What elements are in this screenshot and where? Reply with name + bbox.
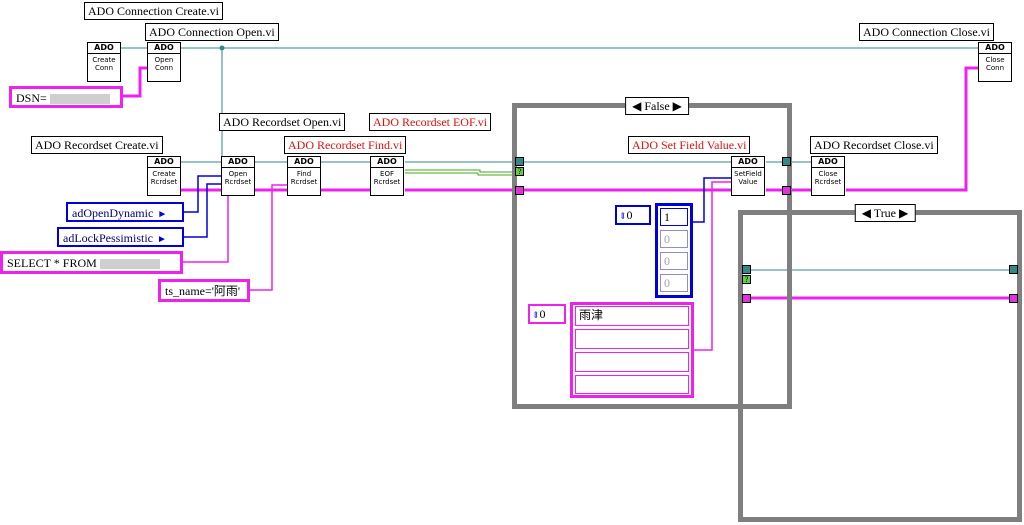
node-head: ADO [148,157,180,168]
node-head: ADO [88,43,120,54]
refnum-tunnel [515,157,524,166]
ad-open-dynamic-constant[interactable]: adOpenDynamic ► [66,202,184,222]
case-selector-label: True [873,206,897,220]
node-body: Create Conn [92,56,116,72]
case-selector-label: False [644,99,670,113]
label-recordset-close: ADO Recordset Close.vi [810,136,938,154]
case-structure-true: ◀ True ▶ [738,204,1022,522]
node-body: Open Rcrdset [224,170,252,186]
enum-arrow-icon[interactable]: ► [157,209,167,220]
ad-lock-pessimistic-constant[interactable]: adLockPessimistic ► [57,227,184,247]
string-array-element[interactable] [575,375,689,394]
string-array-index[interactable]: ⇕0 [528,304,566,324]
string-array-element[interactable] [575,329,689,349]
create-recordset-node[interactable]: ADO Create Rcrdset [147,156,181,196]
bool-array-element[interactable]: 0 [660,230,688,248]
dsn-constant[interactable]: DSN= [9,86,123,108]
string-array-element[interactable]: 雨津 [575,306,689,326]
string-tunnel [1009,294,1018,303]
node-head: ADO [371,157,403,168]
label-recordset-eof: ADO Recordset EOF.vi [369,113,492,131]
label-connection-create: ADO Connection Create.vi [84,2,223,20]
bool-array-element[interactable]: 0 [660,252,688,270]
dsn-text: DSN= [16,91,47,105]
increment-arrow-icon[interactable]: ▶ [673,99,682,113]
refnum-tunnel [782,157,791,166]
open-conn-node[interactable]: ADO Open Conn [147,42,181,82]
case-selector-true[interactable]: ◀ True ▶ [854,204,916,222]
dsn-redacted [49,94,110,105]
ad-lock-pessimistic-text: adLockPessimistic [63,231,153,245]
label-recordset-find: ADO Recordset Find.vi [284,136,407,154]
refnum-tunnel [742,265,751,274]
refnum-tunnel [1009,265,1018,274]
selector-terminal-icon[interactable]: ? [742,275,751,284]
string-array-element[interactable] [575,352,689,372]
open-recordset-node[interactable]: ADO Open Rcrdset [221,156,255,196]
increment-arrow-icon[interactable]: ▶ [899,206,908,220]
node-head: ADO [812,157,844,168]
node-body: Close Rcrdset [814,170,842,186]
string-tunnel [742,294,751,303]
find-criteria-constant[interactable]: ts_name='阿雨' [158,279,250,302]
bool-array-element[interactable]: 0 [660,274,688,292]
node-body: EOF Rcrdset [373,170,401,186]
node-body: Create Rcrdset [150,170,178,186]
create-conn-node[interactable]: ADO Create Conn [87,42,121,82]
string-array-index-value: 0 [539,307,546,321]
bool-array-element[interactable]: 1 [660,208,688,226]
eof-boolean-wire [405,169,515,176]
node-body: Find Rcrdset [290,170,318,186]
enum-arrow-icon[interactable]: ► [157,234,167,245]
selector-terminal-icon[interactable]: ? [515,167,524,176]
sql-redacted [99,259,160,270]
close-recordset-node[interactable]: ADO Close Rcrdset [811,156,845,196]
node-head: ADO [148,43,180,54]
index-spinner-icon[interactable]: ⇕ [619,211,627,221]
decrement-arrow-icon[interactable]: ◀ [862,206,871,220]
sql-text: SELECT * FROM [7,256,97,270]
decrement-arrow-icon[interactable]: ◀ [632,99,641,113]
bool-array-index-value: 0 [626,208,633,222]
ad-open-dynamic-text: adOpenDynamic [72,206,154,220]
case-selector-false[interactable]: ◀ False ▶ [625,97,689,115]
string-tunnel [782,186,791,195]
find-criteria-text: ts_name='阿雨' [165,284,241,298]
node-head: ADO [979,43,1011,54]
index-spinner-icon[interactable]: ⇕ [532,310,540,320]
label-recordset-create: ADO Recordset Create.vi [31,136,163,154]
close-conn-node[interactable]: ADO Close Conn [978,42,1012,82]
sql-query-constant[interactable]: SELECT * FROM [0,251,183,274]
node-head: ADO [288,157,320,168]
string-tunnel [515,186,524,195]
label-connection-close: ADO Connection Close.vi [859,23,994,41]
node-body: Open Conn [154,56,174,72]
eof-recordset-node[interactable]: ADO EOF Rcrdset [370,156,404,196]
label-connection-open: ADO Connection Open.vi [145,23,279,41]
find-recordset-node[interactable]: ADO Find Rcrdset [287,156,321,196]
node-body: Close Conn [985,56,1005,72]
bool-array-index[interactable]: ⇕0 [615,205,651,225]
label-recordset-open: ADO Recordset Open.vi [219,113,346,131]
node-head: ADO [222,157,254,168]
